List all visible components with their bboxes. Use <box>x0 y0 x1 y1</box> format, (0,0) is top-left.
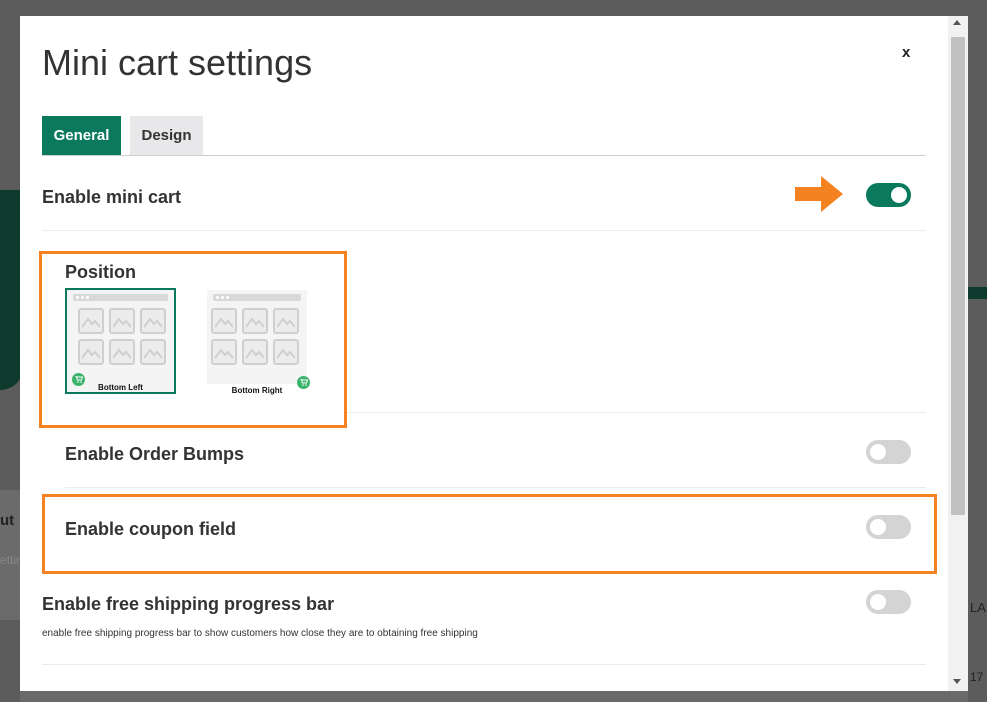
image-placeholder-icon <box>140 308 166 334</box>
enable-mini-cart-toggle[interactable] <box>866 183 911 207</box>
browser-dots <box>76 296 91 299</box>
close-button[interactable]: x <box>902 44 910 61</box>
enable-free-shipping-toggle[interactable] <box>866 590 911 614</box>
enable-coupon-field-toggle[interactable] <box>866 515 911 539</box>
image-placeholder-icon <box>273 308 299 334</box>
divider <box>347 412 926 413</box>
browser-dots <box>216 296 231 299</box>
enable-mini-cart-label: Enable mini cart <box>42 187 182 207</box>
product-grid <box>78 308 166 365</box>
divider <box>42 230 926 231</box>
image-placeholder-icon <box>78 308 104 334</box>
image-placeholder-icon <box>109 339 135 365</box>
arrow-right-icon <box>795 176 843 212</box>
tab-general[interactable]: General <box>42 116 121 155</box>
scrollbar[interactable] <box>948 16 968 691</box>
backdrop-text: LA <box>970 600 986 615</box>
image-placeholder-icon <box>109 308 135 334</box>
mini-cart-settings-modal: Mini cart settings x General Design Enab… <box>20 16 948 691</box>
toggle-knob <box>870 444 886 460</box>
image-placeholder-icon <box>242 339 268 365</box>
image-placeholder-icon <box>273 339 299 365</box>
scroll-up-icon[interactable] <box>953 20 961 25</box>
toggle-knob <box>870 519 886 535</box>
enable-free-shipping-label: Enable free shipping progress bar <box>42 594 335 614</box>
enable-coupon-field-label: Enable coupon field <box>65 519 237 539</box>
toggle-knob <box>870 594 886 610</box>
backdrop-shape <box>968 287 987 299</box>
backdrop-text: 17 <box>970 670 984 684</box>
image-placeholder-icon <box>140 339 166 365</box>
backdrop-strip <box>20 690 968 702</box>
modal-title: Mini cart settings <box>42 42 313 83</box>
tab-design[interactable]: Design <box>130 116 203 155</box>
scroll-down-icon[interactable] <box>953 679 961 684</box>
backdrop-text: ut <box>0 512 15 529</box>
enable-order-bumps-label: Enable Order Bumps <box>65 444 245 464</box>
divider <box>65 487 926 488</box>
image-placeholder-icon <box>242 308 268 334</box>
enable-order-bumps-toggle[interactable] <box>866 440 911 464</box>
image-placeholder-icon <box>211 339 237 365</box>
free-shipping-description: enable free shipping progress bar to sho… <box>42 628 478 639</box>
divider <box>42 664 926 665</box>
position-option-label: Bottom Right <box>231 386 283 395</box>
position-option-bottom-right[interactable] <box>207 290 310 389</box>
scroll-thumb[interactable] <box>951 37 965 515</box>
image-placeholder-icon <box>211 308 237 334</box>
toggle-knob <box>891 187 907 203</box>
position-label: Position <box>65 262 136 282</box>
image-placeholder-icon <box>78 339 104 365</box>
position-option-bottom-left[interactable]: Bottom Left <box>65 288 176 394</box>
product-grid <box>211 308 299 365</box>
tab-bar: General Design <box>42 116 926 156</box>
position-option-label: Bottom Left <box>98 383 143 392</box>
